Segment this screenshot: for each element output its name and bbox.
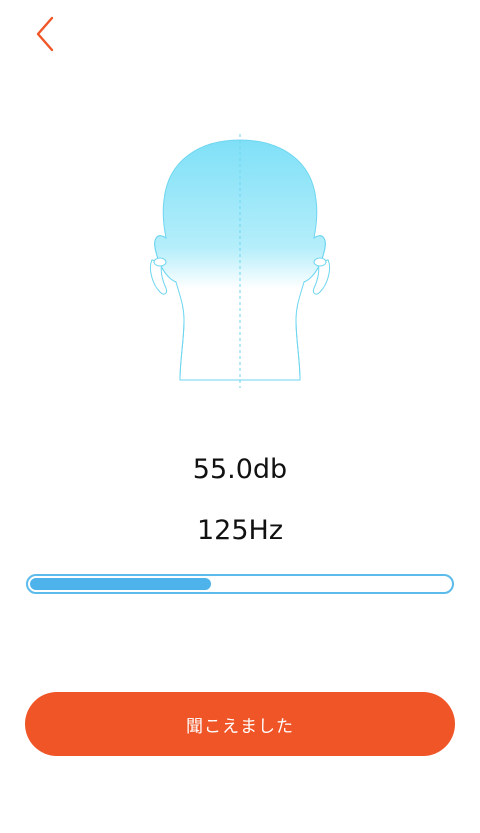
heard-button[interactable]: 聞こえました <box>25 692 455 756</box>
test-progress-bar <box>26 574 454 594</box>
level-readout: 55.0db <box>192 454 288 485</box>
back-button[interactable] <box>30 14 64 54</box>
test-progress-fill <box>30 578 211 590</box>
hearing-test-screen: 55.0db 125Hz 聞こえました <box>0 0 480 833</box>
chevron-left-icon <box>36 16 54 52</box>
frequency-readout: 125Hz <box>196 515 283 546</box>
head-with-earbuds-icon <box>130 120 350 390</box>
